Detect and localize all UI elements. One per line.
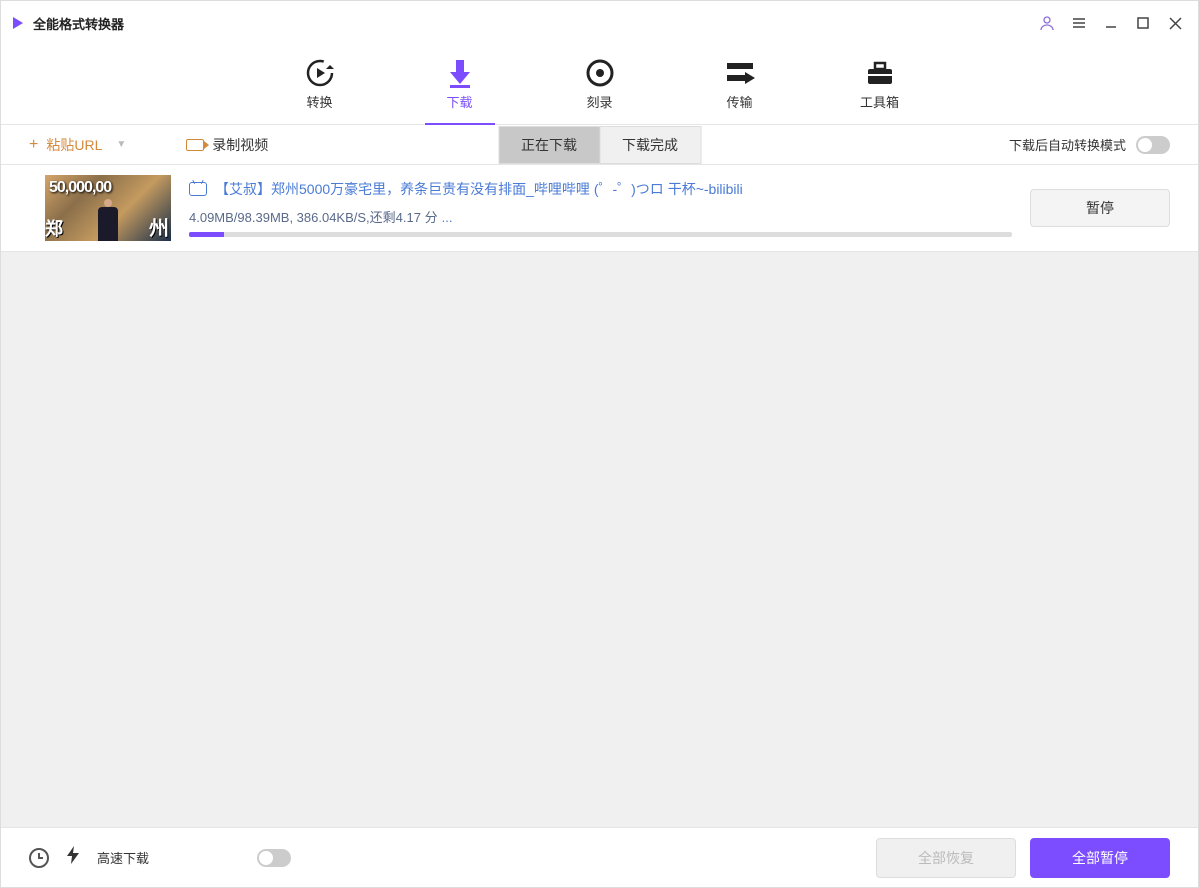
chevron-down-icon: ▼	[116, 139, 126, 150]
camera-icon	[186, 139, 204, 151]
titlebar: 全能格式转换器	[1, 1, 1198, 45]
download-status: 4.09MB/98.39MB, 386.04KB/S,还剩4.17 分...	[189, 207, 1012, 226]
record-label: 录制视频	[212, 135, 268, 155]
record-button[interactable]: 录制视频	[186, 135, 268, 155]
tab-burn-label: 刻录	[586, 92, 612, 111]
app-title: 全能格式转换器	[33, 14, 124, 33]
download-title: 【艾叔】郑州5000万豪宅里，养条巨贵有没有排面_哔哩哔哩 (゜-゜)つロ 干杯…	[215, 179, 743, 199]
resume-all-button: 全部恢复	[876, 838, 1016, 878]
progress-bar	[189, 232, 1012, 237]
paste-url-button[interactable]: + 粘贴URL ▼	[29, 135, 126, 155]
tab-transfer-label: 传输	[726, 92, 752, 111]
auto-convert: 下载后自动转换模式	[1009, 135, 1170, 154]
schedule-icon[interactable]	[29, 848, 49, 868]
convert-icon	[304, 56, 336, 90]
menu-icon[interactable]	[1068, 12, 1090, 34]
bolt-icon	[67, 846, 79, 869]
toolbar: + 粘贴URL ▼ 录制视频 正在下载 下载完成 下载后自动转换模式	[1, 125, 1198, 165]
burn-icon	[585, 56, 615, 90]
download-icon	[446, 56, 474, 90]
tab-burn[interactable]: 刻录	[565, 45, 635, 124]
pause-all-button[interactable]: 全部暂停	[1030, 838, 1170, 878]
footer: 高速下载 全部恢复 全部暂停	[1, 827, 1198, 887]
bilibili-icon	[189, 182, 207, 196]
maximize-button[interactable]	[1132, 12, 1154, 34]
tab-transfer[interactable]: 传输	[705, 45, 775, 124]
progress-fill	[189, 232, 224, 237]
tab-download[interactable]: 下载	[425, 45, 495, 124]
user-icon[interactable]	[1036, 12, 1058, 34]
download-info: 【艾叔】郑州5000万豪宅里，养条巨贵有没有排面_哔哩哔哩 (゜-゜)つロ 干杯…	[189, 179, 1012, 237]
sub-tabs: 正在下载 下载完成	[498, 126, 701, 164]
pause-button[interactable]: 暂停	[1030, 189, 1170, 227]
toolbox-icon	[865, 56, 895, 90]
subtab-downloading[interactable]: 正在下载	[498, 126, 600, 164]
auto-convert-label: 下载后自动转换模式	[1009, 135, 1126, 154]
close-button[interactable]	[1164, 12, 1186, 34]
app-logo-icon	[13, 17, 23, 29]
paste-url-label: 粘贴URL	[46, 135, 102, 155]
tab-toolbox[interactable]: 工具箱	[845, 45, 915, 124]
fast-download-label: 高速下载	[97, 848, 149, 867]
video-thumbnail: 50,000,00 郑 州	[45, 175, 171, 241]
main-tabs: 转换 下载 刻录 传输 工具箱	[1, 45, 1198, 125]
tab-download-label: 下载	[446, 92, 472, 111]
tab-convert[interactable]: 转换	[285, 45, 355, 124]
download-item: 50,000,00 郑 州 【艾叔】郑州5000万豪宅里，养条巨贵有没有排面_哔…	[1, 165, 1198, 252]
plus-icon: +	[29, 136, 38, 154]
transfer-icon	[725, 56, 755, 90]
auto-convert-toggle[interactable]	[1136, 136, 1170, 154]
download-list: 50,000,00 郑 州 【艾叔】郑州5000万豪宅里，养条巨贵有没有排面_哔…	[1, 165, 1198, 849]
window-controls	[1036, 12, 1186, 34]
fast-download-toggle[interactable]	[257, 849, 291, 867]
tab-convert-label: 转换	[306, 92, 332, 111]
minimize-button[interactable]	[1100, 12, 1122, 34]
tab-toolbox-label: 工具箱	[860, 92, 899, 111]
subtab-completed[interactable]: 下载完成	[600, 126, 701, 164]
